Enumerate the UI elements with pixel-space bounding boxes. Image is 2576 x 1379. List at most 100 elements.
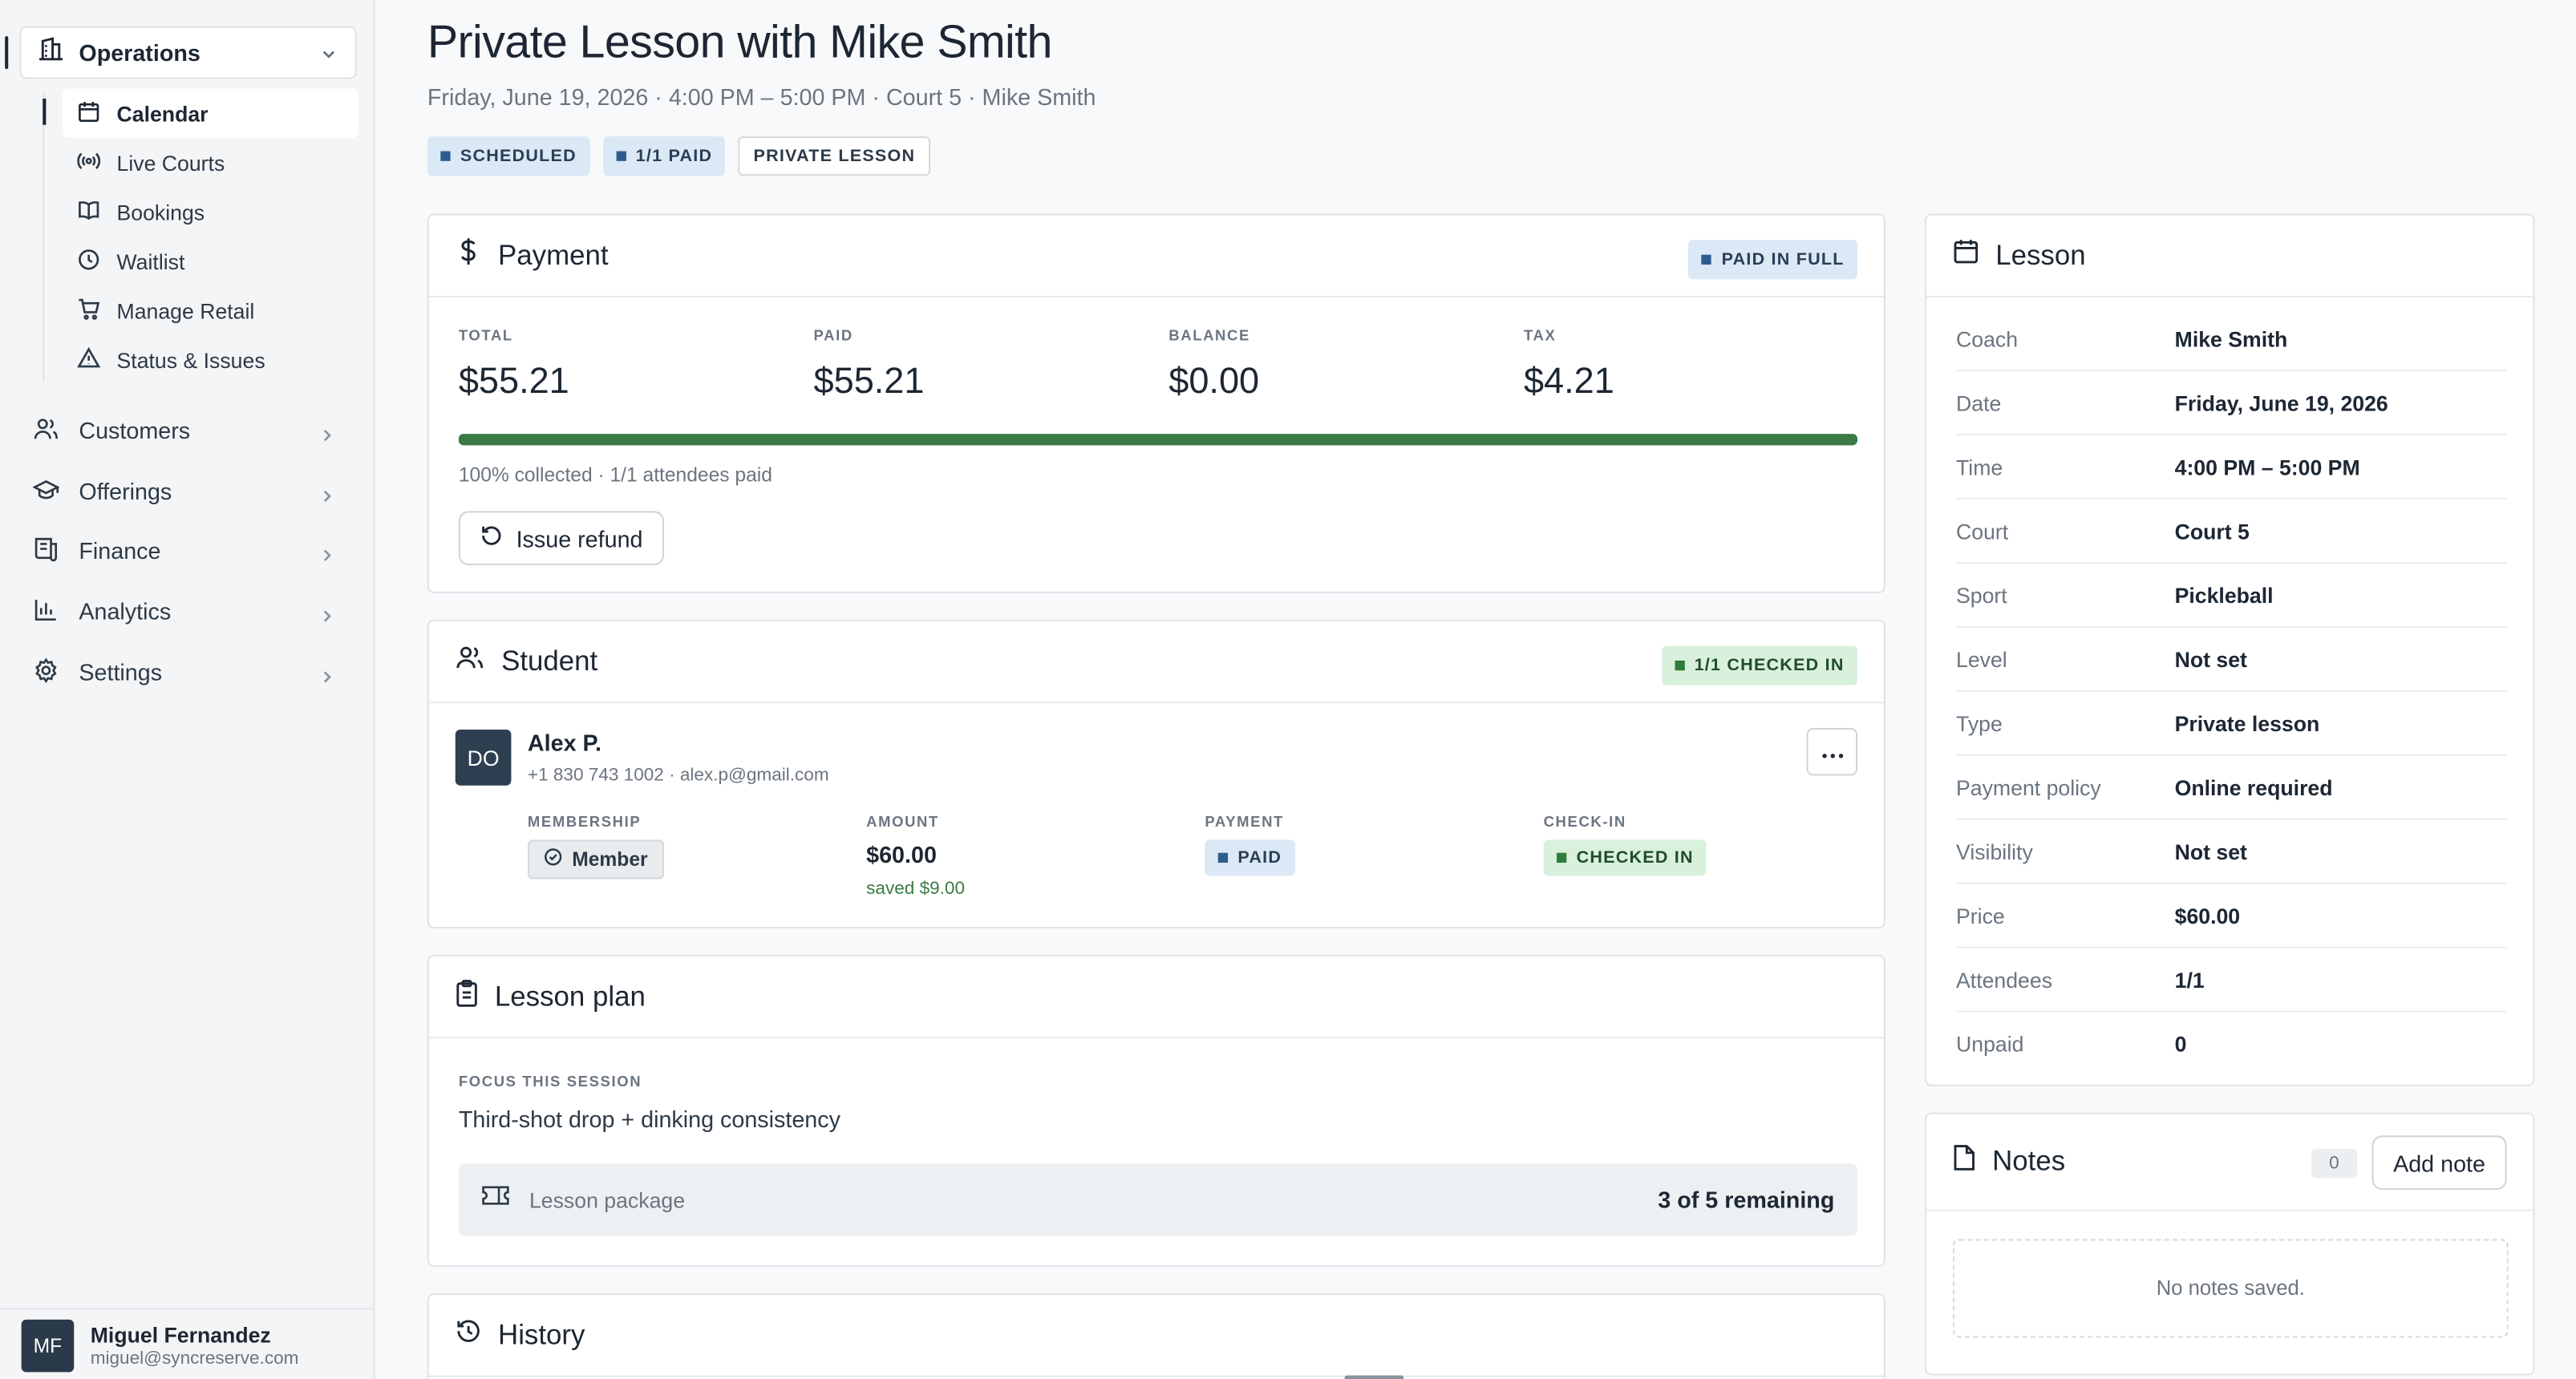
- payment-title: Payment: [498, 239, 609, 271]
- detail-key: Attendees: [1956, 967, 2053, 992]
- users-icon: [33, 415, 59, 447]
- sidebar-item-label: Status & Issues: [116, 347, 265, 373]
- notes-title: Notes: [1992, 1145, 2066, 1177]
- clock-icon: [77, 247, 100, 275]
- users-icon: [456, 644, 485, 678]
- detail-value: 1/1: [2174, 967, 2205, 992]
- detail-key: Court: [1956, 518, 2009, 544]
- lesson-detail-row: Payment policy Online required: [1956, 756, 2507, 820]
- check-circle-icon: [544, 848, 562, 871]
- history-title: History: [498, 1318, 585, 1350]
- focus-label: FOCUS THIS SESSION: [458, 1073, 642, 1090]
- lesson-details-card: Lesson Coach Mike Smith Date Friday, June 1…: [1925, 213, 2535, 1086]
- lesson-package: Lesson package 3 of 5 remaining: [458, 1163, 1858, 1236]
- sidebar-group-operations[interactable]: Operations: [19, 26, 357, 79]
- sidebar-group-label: Offerings: [79, 478, 172, 505]
- student-title: Student: [501, 645, 598, 677]
- payment-card: Payment PAID IN FULL TOTAL $55.21 PAID $…: [427, 213, 1885, 593]
- document-icon: [1953, 1144, 1976, 1180]
- user-profile[interactable]: MF Miguel Fernandez miguel@syncreserve.c…: [0, 1308, 375, 1379]
- status-badge-paid: 1/1 PAID: [602, 136, 726, 176]
- issue-refund-button[interactable]: Issue refund: [458, 511, 665, 566]
- lesson-plan-card: Lesson plan FOCUS THIS SESSION Third-sho…: [427, 954, 1885, 1268]
- calendar-icon: [1953, 238, 1979, 273]
- sidebar-item-calendar[interactable]: Calendar: [62, 88, 358, 139]
- detail-value: Pickleball: [2174, 582, 2274, 608]
- detail-key: Unpaid: [1956, 1032, 2024, 1057]
- detail-key: Date: [1956, 390, 2002, 415]
- lesson-detail-row: Time 4:00 PM – 5:00 PM: [1956, 435, 2507, 500]
- history-icon: [456, 1318, 482, 1353]
- sidebar-group-finance[interactable]: Finance: [33, 528, 345, 573]
- calendar-icon: [77, 99, 100, 127]
- scroll-indicator[interactable]: [1344, 1375, 1404, 1379]
- detail-value: Friday, June 19, 2026: [2174, 390, 2388, 415]
- detail-value: 4:00 PM – 5:00 PM: [2174, 454, 2360, 479]
- warning-icon: [77, 346, 101, 374]
- lesson-plan-title: Lesson plan: [494, 980, 646, 1012]
- focus-text: Third-shot drop + dinking consistency: [458, 1106, 840, 1133]
- page-subtitle: Friday, June 19, 2026 · 4:00 PM – 5:00 P…: [427, 83, 1096, 111]
- payment-summary: 100% collected · 1/1 attendees paid: [458, 463, 772, 487]
- detail-value: Private lesson: [2174, 710, 2320, 736]
- chevron-right-icon: [319, 664, 335, 690]
- sidebar-item-status-issues[interactable]: Status & Issues: [63, 335, 358, 384]
- detail-key: Visibility: [1956, 839, 2033, 864]
- bar-chart-icon: [33, 596, 59, 627]
- add-note-button[interactable]: Add note: [2371, 1135, 2507, 1190]
- checkin-status-badge: 1/1 CHECKED IN: [1661, 645, 1858, 685]
- student-payment-badge: PAID: [1205, 839, 1295, 876]
- lesson-title: Lesson: [1995, 239, 2086, 271]
- detail-key: Level: [1956, 646, 2007, 672]
- detail-value: Court 5: [2174, 518, 2250, 544]
- chevron-down-icon: [319, 42, 339, 72]
- sidebar-item-label: Bookings: [116, 200, 205, 224]
- ledger-icon: [33, 535, 59, 566]
- student-name[interactable]: Alex P.: [528, 730, 601, 756]
- student-amount: $60.00: [866, 841, 937, 868]
- sidebar-item-live-courts[interactable]: Live Courts: [63, 138, 358, 187]
- user-name: Miguel Fernandez: [90, 1321, 271, 1347]
- notes-count-badge: 0: [2311, 1148, 2358, 1179]
- student-contact: +1 830 743 1002 · alex.p@gmail.com: [527, 766, 829, 786]
- detail-value: Online required: [2174, 774, 2333, 800]
- stat-total: TOTAL $55.21: [458, 326, 569, 402]
- user-email: miguel@syncreserve.com: [90, 1348, 299, 1369]
- lesson-detail-row: Visibility Not set: [1956, 820, 2507, 884]
- refund-icon: [480, 524, 503, 552]
- sidebar-group-label: Settings: [79, 658, 163, 685]
- sidebar-item-waitlist[interactable]: Waitlist: [63, 237, 358, 285]
- detail-key: Time: [1956, 454, 2003, 479]
- broadcast-icon: [77, 148, 101, 176]
- student-card: Student 1/1 CHECKED IN DO Alex P. +1 830…: [427, 619, 1885, 929]
- stat-tax: TAX $4.21: [1523, 326, 1614, 402]
- payment-status-badge: PAID IN FULL: [1688, 240, 1858, 280]
- package-remaining: 3 of 5 remaining: [1658, 1186, 1835, 1213]
- graduation-cap-icon: [32, 475, 60, 507]
- sidebar-group-customers[interactable]: Customers: [33, 407, 345, 453]
- lesson-detail-row: Court Court 5: [1956, 499, 2507, 564]
- sidebar-item-manage-retail[interactable]: Manage Retail: [63, 286, 358, 335]
- payment-label: PAYMENT: [1205, 813, 1284, 831]
- sidebar-group-settings[interactable]: Settings: [33, 649, 345, 695]
- membership-badge: Member: [527, 839, 665, 880]
- more-options-button[interactable]: [1806, 727, 1858, 776]
- book-icon: [77, 198, 100, 226]
- operations-subnav: Calendar Live Courts Bookings Waitlist M…: [62, 88, 358, 385]
- subnav-active-indicator: [43, 98, 47, 125]
- sidebar-group-analytics[interactable]: Analytics: [33, 588, 345, 634]
- package-label: Lesson package: [529, 1187, 686, 1212]
- lesson-detail-row: Attendees 1/1: [1956, 948, 2507, 1013]
- avatar: MF: [21, 1318, 75, 1372]
- sidebar-group-offerings[interactable]: Offerings: [32, 468, 345, 514]
- notes-card: Notes 0 Add note No notes saved.: [1925, 1112, 2535, 1376]
- operations-active-indicator: [5, 36, 9, 70]
- lesson-detail-row: Sport Pickleball: [1956, 564, 2507, 628]
- gear-icon: [33, 657, 59, 688]
- sidebar-item-bookings[interactable]: Bookings: [63, 188, 358, 237]
- detail-value: Not set: [2174, 646, 2247, 672]
- lesson-detail-row: Level Not set: [1956, 628, 2507, 692]
- payment-progress-fill: [458, 434, 1858, 446]
- page-title: Private Lesson with Mike Smith: [427, 16, 1053, 68]
- status-badges: SCHEDULED 1/1 PAID PRIVATE LESSON: [427, 136, 930, 176]
